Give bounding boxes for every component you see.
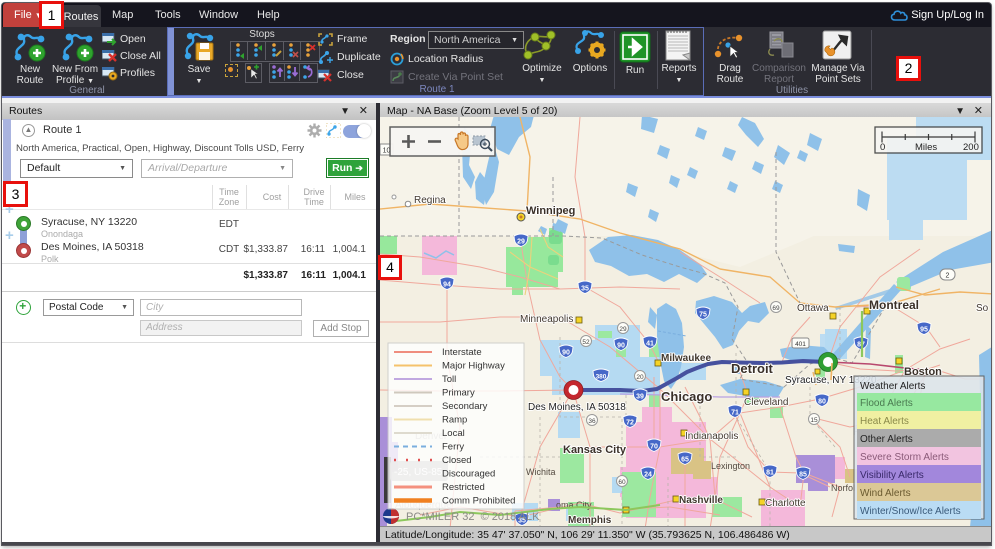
svg-text:Norfol: Norfol (831, 483, 855, 493)
svg-text:Wind Alerts: Wind Alerts (860, 488, 911, 499)
svg-text:Cleveland: Cleveland (744, 397, 788, 408)
svg-text:90: 90 (617, 343, 625, 350)
svg-text:Chicago: Chicago (661, 389, 712, 404)
svg-text:Heat Alerts: Heat Alerts (860, 416, 909, 427)
svg-text:Montreal: Montreal (869, 298, 919, 312)
svg-text:Regina: Regina (414, 195, 446, 206)
svg-text:29: 29 (619, 326, 627, 333)
svg-text:2: 2 (946, 273, 950, 280)
svg-text:Discouraged: Discouraged (442, 469, 495, 480)
svg-text:380: 380 (596, 374, 607, 381)
svg-text:94: 94 (443, 282, 451, 289)
svg-text:Lexington: Lexington (711, 461, 750, 471)
svg-text:20: 20 (636, 374, 644, 381)
svg-text:Major Highway: Major Highway (442, 361, 505, 372)
svg-text:Nashville: Nashville (679, 495, 723, 506)
svg-text:Charlotte: Charlotte (765, 498, 806, 509)
svg-text:35: 35 (581, 286, 589, 293)
svg-text:85: 85 (799, 472, 807, 479)
svg-text:Ramp: Ramp (442, 415, 467, 426)
svg-text:Interstate: Interstate (442, 347, 482, 358)
svg-text:Kansas City: Kansas City (563, 444, 627, 456)
svg-text:Ottawa: Ottawa (797, 303, 829, 314)
svg-text:Memphis: Memphis (568, 515, 612, 526)
svg-text:Closed: Closed (442, 455, 472, 466)
svg-text:Weather Alerts: Weather Alerts (860, 381, 925, 392)
svg-text:71: 71 (731, 410, 739, 417)
svg-text:Ferry: Ferry (442, 442, 464, 453)
svg-text:Secondary: Secondary (442, 401, 488, 412)
svg-text:Local: Local (442, 428, 465, 439)
svg-text:Restricted: Restricted (442, 482, 485, 493)
svg-text:65: 65 (681, 457, 689, 464)
svg-text:Minneapolis: Minneapolis (520, 314, 573, 325)
svg-text:39: 39 (636, 394, 644, 401)
svg-text:200: 200 (963, 142, 979, 153)
svg-text:36: 36 (588, 418, 596, 425)
svg-text:Comm Prohibited: Comm Prohibited (442, 496, 515, 507)
svg-text:95: 95 (920, 327, 928, 334)
svg-text:Detroit: Detroit (731, 361, 774, 376)
svg-text:90: 90 (562, 350, 570, 357)
svg-text:Des Moines, IA 50318: Des Moines, IA 50318 (528, 402, 626, 413)
svg-text:Primary: Primary (442, 388, 475, 399)
svg-text:Toll: Toll (442, 374, 456, 385)
svg-text:80: 80 (818, 399, 826, 406)
svg-text:401: 401 (795, 341, 806, 348)
svg-text:Visibility Alerts: Visibility Alerts (860, 470, 924, 481)
svg-text:Severe Storm Alerts: Severe Storm Alerts (860, 452, 949, 463)
svg-text:29: 29 (517, 239, 525, 246)
svg-text:Winter/Snow/Ice Alerts: Winter/Snow/Ice Alerts (860, 506, 961, 517)
svg-text:41: 41 (646, 341, 654, 348)
svg-text:72: 72 (626, 420, 634, 427)
svg-text:Miles: Miles (915, 142, 937, 153)
svg-text:81: 81 (766, 470, 774, 477)
svg-text:Milwaukee: Milwaukee (661, 353, 711, 364)
svg-text:Other Alerts: Other Alerts (860, 434, 913, 445)
svg-text:15: 15 (810, 417, 818, 424)
svg-text:0: 0 (880, 142, 885, 153)
svg-text:Wichita: Wichita (526, 467, 556, 477)
svg-text:PC*MILER 32 © 2018 ALK: PC*MILER 32 © 2018 ALK (406, 511, 540, 523)
svg-text:Flood Alerts: Flood Alerts (860, 398, 913, 409)
svg-text:70: 70 (650, 444, 658, 451)
svg-text:So: So (976, 303, 989, 314)
svg-text:75: 75 (699, 312, 707, 319)
svg-text:69: 69 (772, 305, 780, 312)
svg-text:Winnipeg: Winnipeg (526, 205, 575, 217)
svg-text:52: 52 (582, 339, 590, 346)
svg-text:24: 24 (644, 472, 652, 479)
svg-text:Indianapolis: Indianapolis (685, 431, 738, 442)
svg-text:60: 60 (618, 479, 626, 486)
